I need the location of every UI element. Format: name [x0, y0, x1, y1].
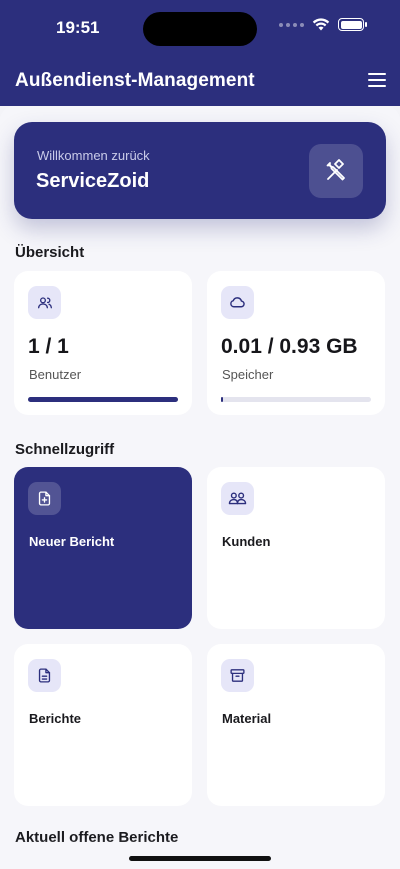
- welcome-subtitle: Willkommen zurück: [37, 148, 150, 163]
- main-content: Willkommen zurück ServiceZoid Übersicht …: [0, 106, 400, 869]
- cloud-icon: [221, 286, 254, 319]
- wifi-icon: [312, 18, 330, 31]
- archive-icon: [221, 659, 254, 692]
- file-text-icon: [28, 659, 61, 692]
- status-icons: [279, 18, 367, 31]
- users-stat-card[interactable]: 1 / 1 Benutzer: [14, 271, 192, 415]
- users-label: Benutzer: [29, 367, 82, 382]
- customers-label: Kunden: [222, 534, 271, 549]
- users-progress: [28, 397, 178, 402]
- storage-progress-fill: [221, 397, 223, 402]
- menu-button[interactable]: [368, 73, 386, 87]
- scroll-fade: [0, 839, 400, 869]
- material-label: Material: [222, 711, 272, 726]
- signal-icon: [279, 22, 304, 27]
- dynamic-island: [143, 12, 257, 46]
- reports-button[interactable]: Berichte: [14, 644, 192, 806]
- home-indicator[interactable]: [129, 856, 271, 861]
- users-progress-fill: [28, 397, 178, 402]
- reports-label: Berichte: [29, 711, 82, 726]
- storage-label: Speicher: [222, 367, 274, 382]
- tools-icon: [309, 144, 363, 198]
- company-name: ServiceZoid: [36, 170, 150, 192]
- quick-access-title: Schnellzugriff: [15, 441, 115, 458]
- battery-icon: [338, 18, 367, 31]
- storage-stat-card[interactable]: 0.01 / 0.93 GB Speicher: [207, 271, 385, 415]
- welcome-card: Willkommen zurück ServiceZoid: [14, 122, 386, 219]
- material-button[interactable]: Material: [207, 644, 385, 806]
- app-header: 19:51 Außendienst-Management: [0, 0, 400, 106]
- overview-title: Übersicht: [15, 244, 85, 261]
- customers-icon: [221, 482, 254, 515]
- app-title: Außendienst-Management: [15, 70, 255, 91]
- users-icon: [28, 286, 61, 319]
- new-report-button[interactable]: Neuer Bericht: [14, 467, 192, 629]
- storage-progress: [221, 397, 371, 402]
- customers-button[interactable]: Kunden: [207, 467, 385, 629]
- new-report-label: Neuer Bericht: [29, 534, 115, 549]
- file-plus-icon: [28, 482, 61, 515]
- status-time: 19:51: [56, 18, 100, 37]
- users-value: 1 / 1: [28, 335, 69, 358]
- storage-value: 0.01 / 0.93 GB: [221, 335, 358, 358]
